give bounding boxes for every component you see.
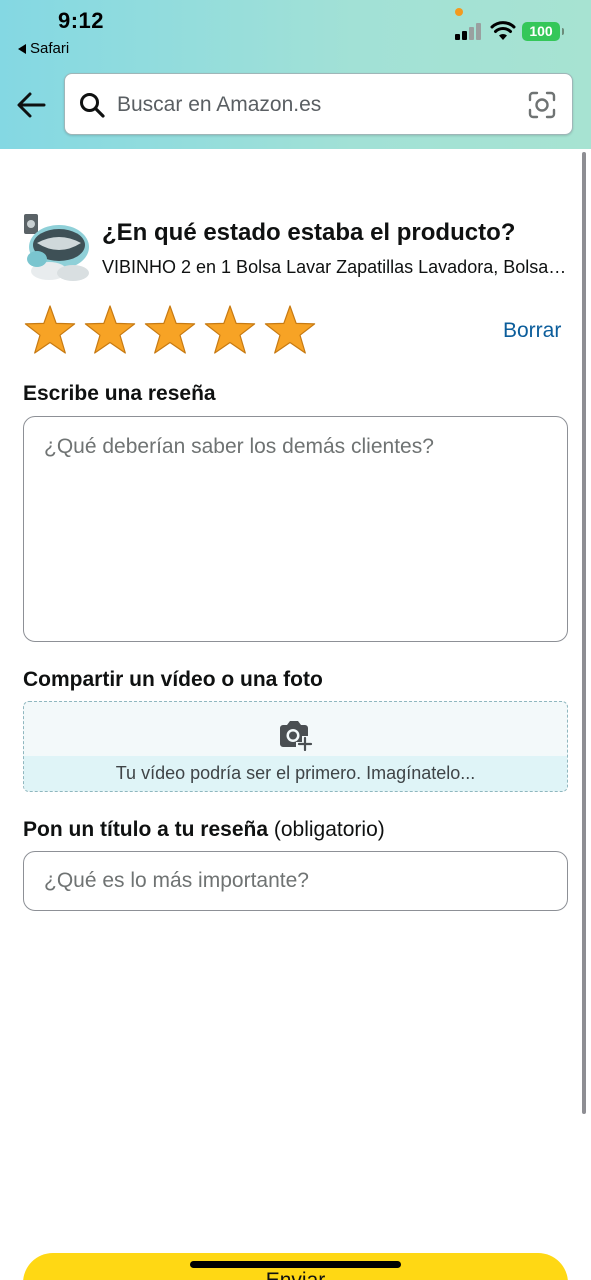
back-triangle-icon [18,43,26,54]
search-icon [80,93,105,118]
search-bar[interactable] [64,73,573,135]
star-icon[interactable] [203,304,257,358]
battery-indicator: 100 [522,22,564,41]
headline-label-main: Pon un título a tu reseña [23,818,269,841]
star-icon[interactable] [23,304,77,358]
star-icon[interactable] [143,304,197,358]
review-question-title: ¿En qué estado estaba el producto? [102,219,516,246]
product-thumbnail [24,214,89,281]
status-time: 9:12 [58,8,105,33]
headline-input[interactable] [23,851,568,911]
back-arrow-icon[interactable] [16,90,46,120]
media-upload-zone[interactable]: Tu vídeo podría ser el primero. Imagínat… [23,701,568,792]
headline-label-suffix: (obligatorio) [268,818,385,841]
back-to-safari-link[interactable]: Safari [18,40,69,57]
media-label: Compartir un vídeo o una foto [23,668,323,691]
back-app-label: Safari [30,40,70,57]
scrollbar[interactable] [582,152,586,1114]
search-input[interactable] [117,86,517,124]
review-textarea[interactable] [23,416,568,642]
camera-scan-icon[interactable] [527,90,557,120]
home-indicator [190,1261,401,1268]
headline-label: Pon un título a tu reseña (obligatorio) [23,818,385,842]
privacy-indicator-dot [455,8,463,16]
product-name[interactable]: VIBINHO 2 en 1 Bolsa Lavar Zapatillas La… [102,257,568,278]
app-header: 9:12 Safari 100 [0,0,591,149]
star-rating[interactable] [23,304,317,358]
camera-plus-icon [280,721,313,751]
clear-rating-link[interactable]: Borrar [503,319,561,343]
upload-hint-text: Tu vídeo podría ser el primero. Imagínat… [115,763,476,783]
star-icon[interactable] [83,304,137,358]
wifi-icon [490,21,516,40]
review-label: Escribe una reseña [23,382,216,405]
cellular-signal-icon [455,22,483,40]
star-icon[interactable] [263,304,317,358]
